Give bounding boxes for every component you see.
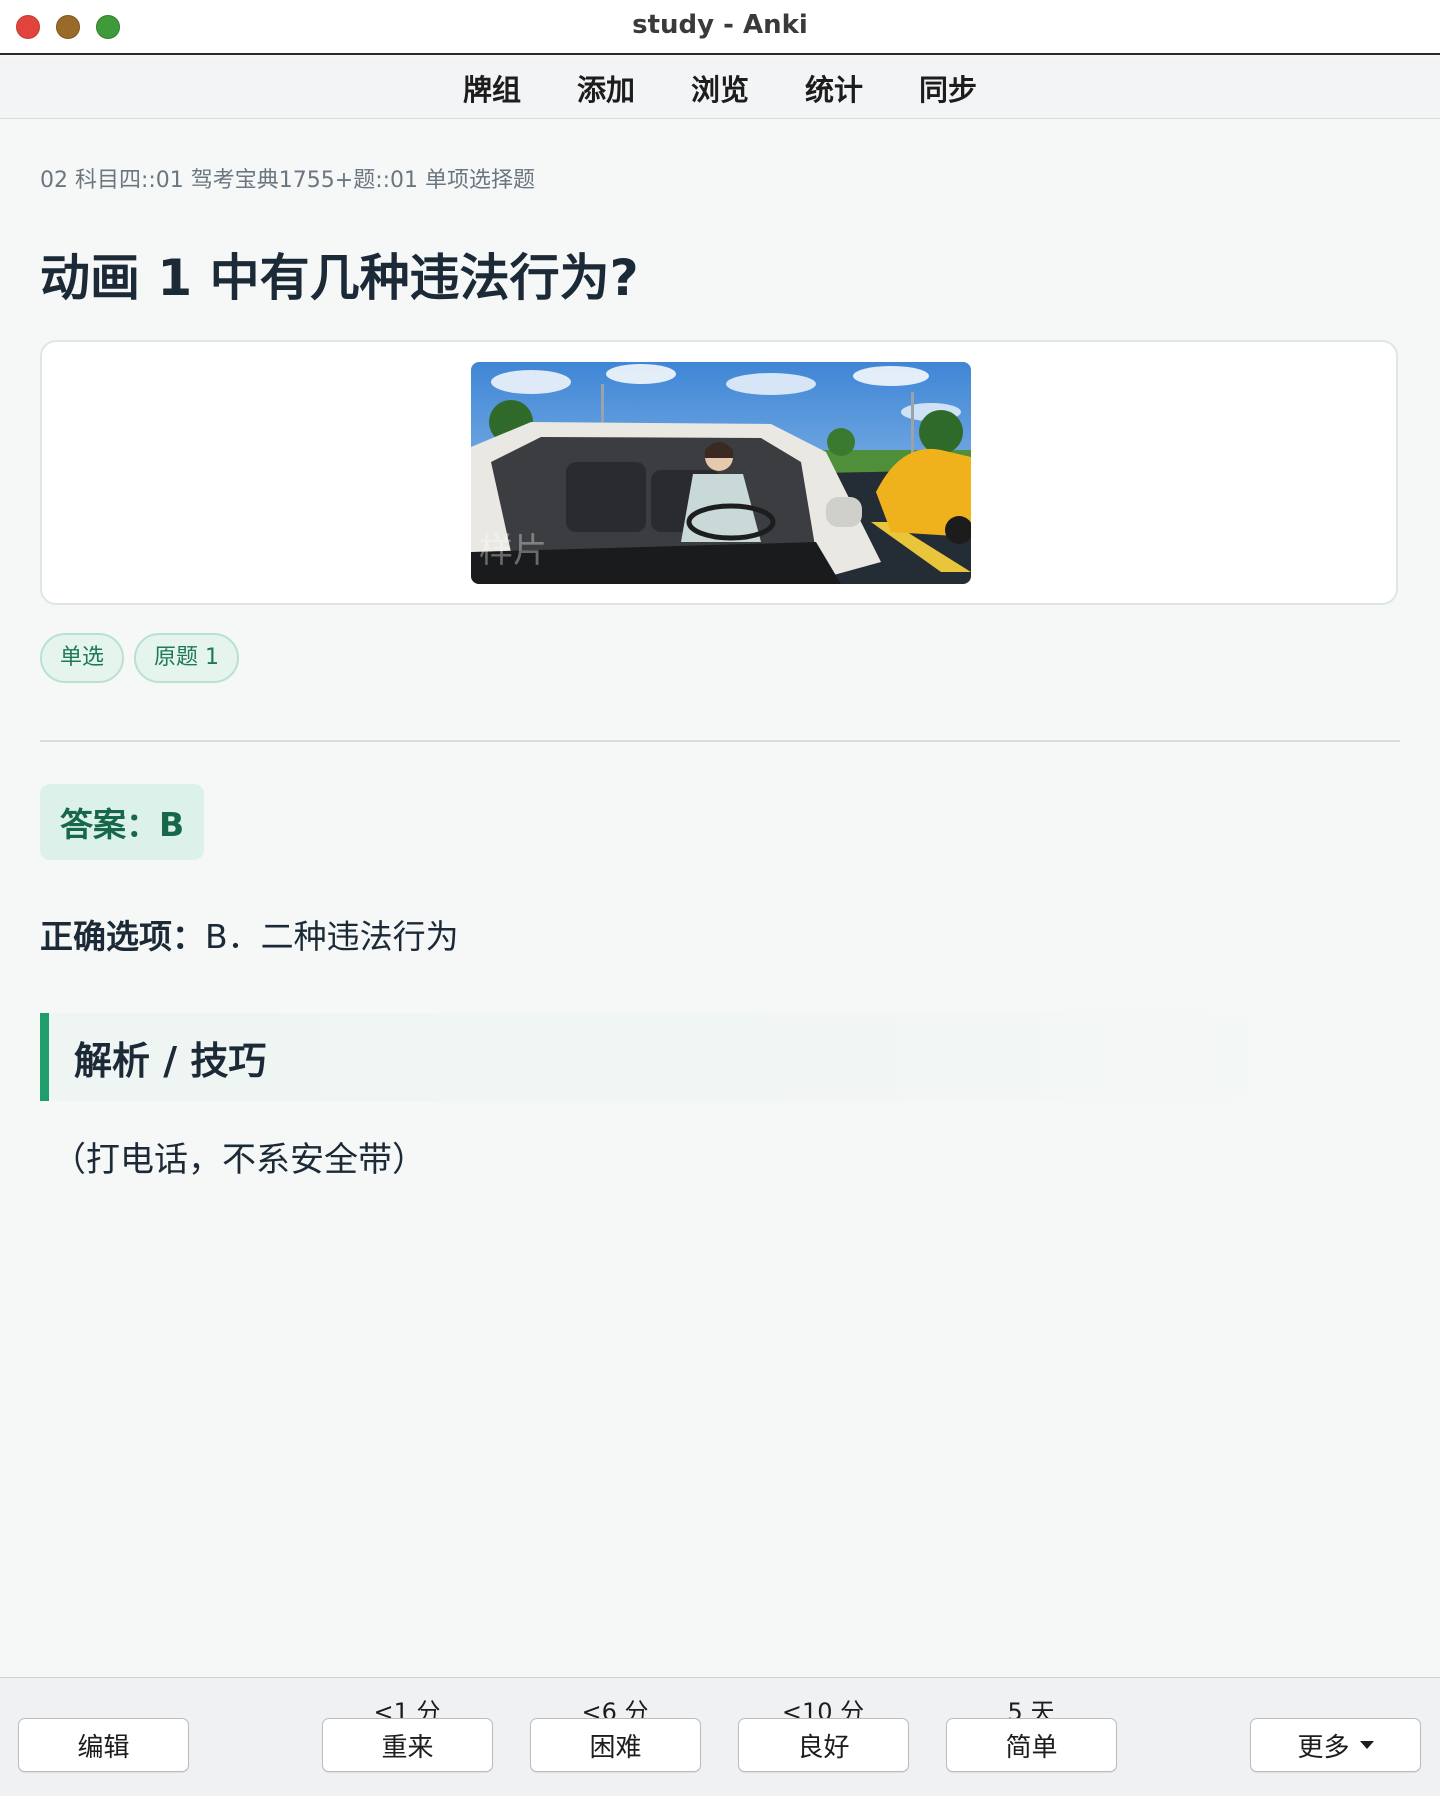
toolbar-add[interactable]: 添加 xyxy=(549,67,663,109)
correct-option-value: B．二种违法行为 xyxy=(205,917,459,956)
easy-button[interactable]: 简单 xyxy=(946,1718,1117,1772)
toolbar-sync[interactable]: 同步 xyxy=(891,67,1005,109)
window-title: study - Anki xyxy=(632,10,808,40)
toolbar-decks[interactable]: 牌组 xyxy=(435,67,549,109)
more-button[interactable]: 更多 xyxy=(1250,1718,1421,1772)
analysis-heading: 解析 / 技巧 xyxy=(40,1013,1400,1101)
hard-button[interactable]: 困难 xyxy=(530,1718,701,1772)
title-bar: study - Anki xyxy=(0,0,1440,55)
correct-option-label: 正确选项： xyxy=(40,917,205,956)
toolbar-stats[interactable]: 统计 xyxy=(777,67,891,109)
edit-button[interactable]: 编辑 xyxy=(18,1718,189,1772)
question-text: 动画 1 中有几种违法行为? xyxy=(40,249,639,307)
dropdown-caret-icon xyxy=(1359,1741,1374,1749)
more-label: 更多 xyxy=(1297,1732,1350,1763)
media-card: 样片 xyxy=(40,340,1398,605)
answer-divider xyxy=(40,740,1400,742)
watermark-text: 样片 xyxy=(479,531,547,571)
again-button[interactable]: 重来 xyxy=(322,1718,493,1772)
good-button[interactable]: 良好 xyxy=(738,1718,909,1772)
correct-option: 正确选项：B．二种违法行为 xyxy=(40,910,459,958)
tag-original-question: 原题 1 xyxy=(134,633,240,683)
deck-path: 02 科目四::01 驾考宝典1755+题::01 单项选择题 xyxy=(40,168,536,193)
answer-badge: 答案：B xyxy=(40,784,205,860)
review-bottom-bar: 编辑 <1 分 重来 <6 分 困难 <10 分 良好 5 天 简单 更多 xyxy=(0,1677,1440,1796)
tag-list: 单选 原题 1 xyxy=(40,633,240,683)
main-toolbar: 牌组 添加 浏览 统计 同步 xyxy=(0,57,1440,119)
animation-image[interactable]: 样片 xyxy=(471,362,971,584)
analysis-text: （打电话，不系安全带） xyxy=(52,1140,426,1180)
anki-window: study - Anki 牌组 添加 浏览 统计 同步 02 科目四::01 驾… xyxy=(0,0,1440,1796)
toolbar-browse[interactable]: 浏览 xyxy=(663,67,777,109)
tag-single-choice: 单选 xyxy=(40,633,125,683)
